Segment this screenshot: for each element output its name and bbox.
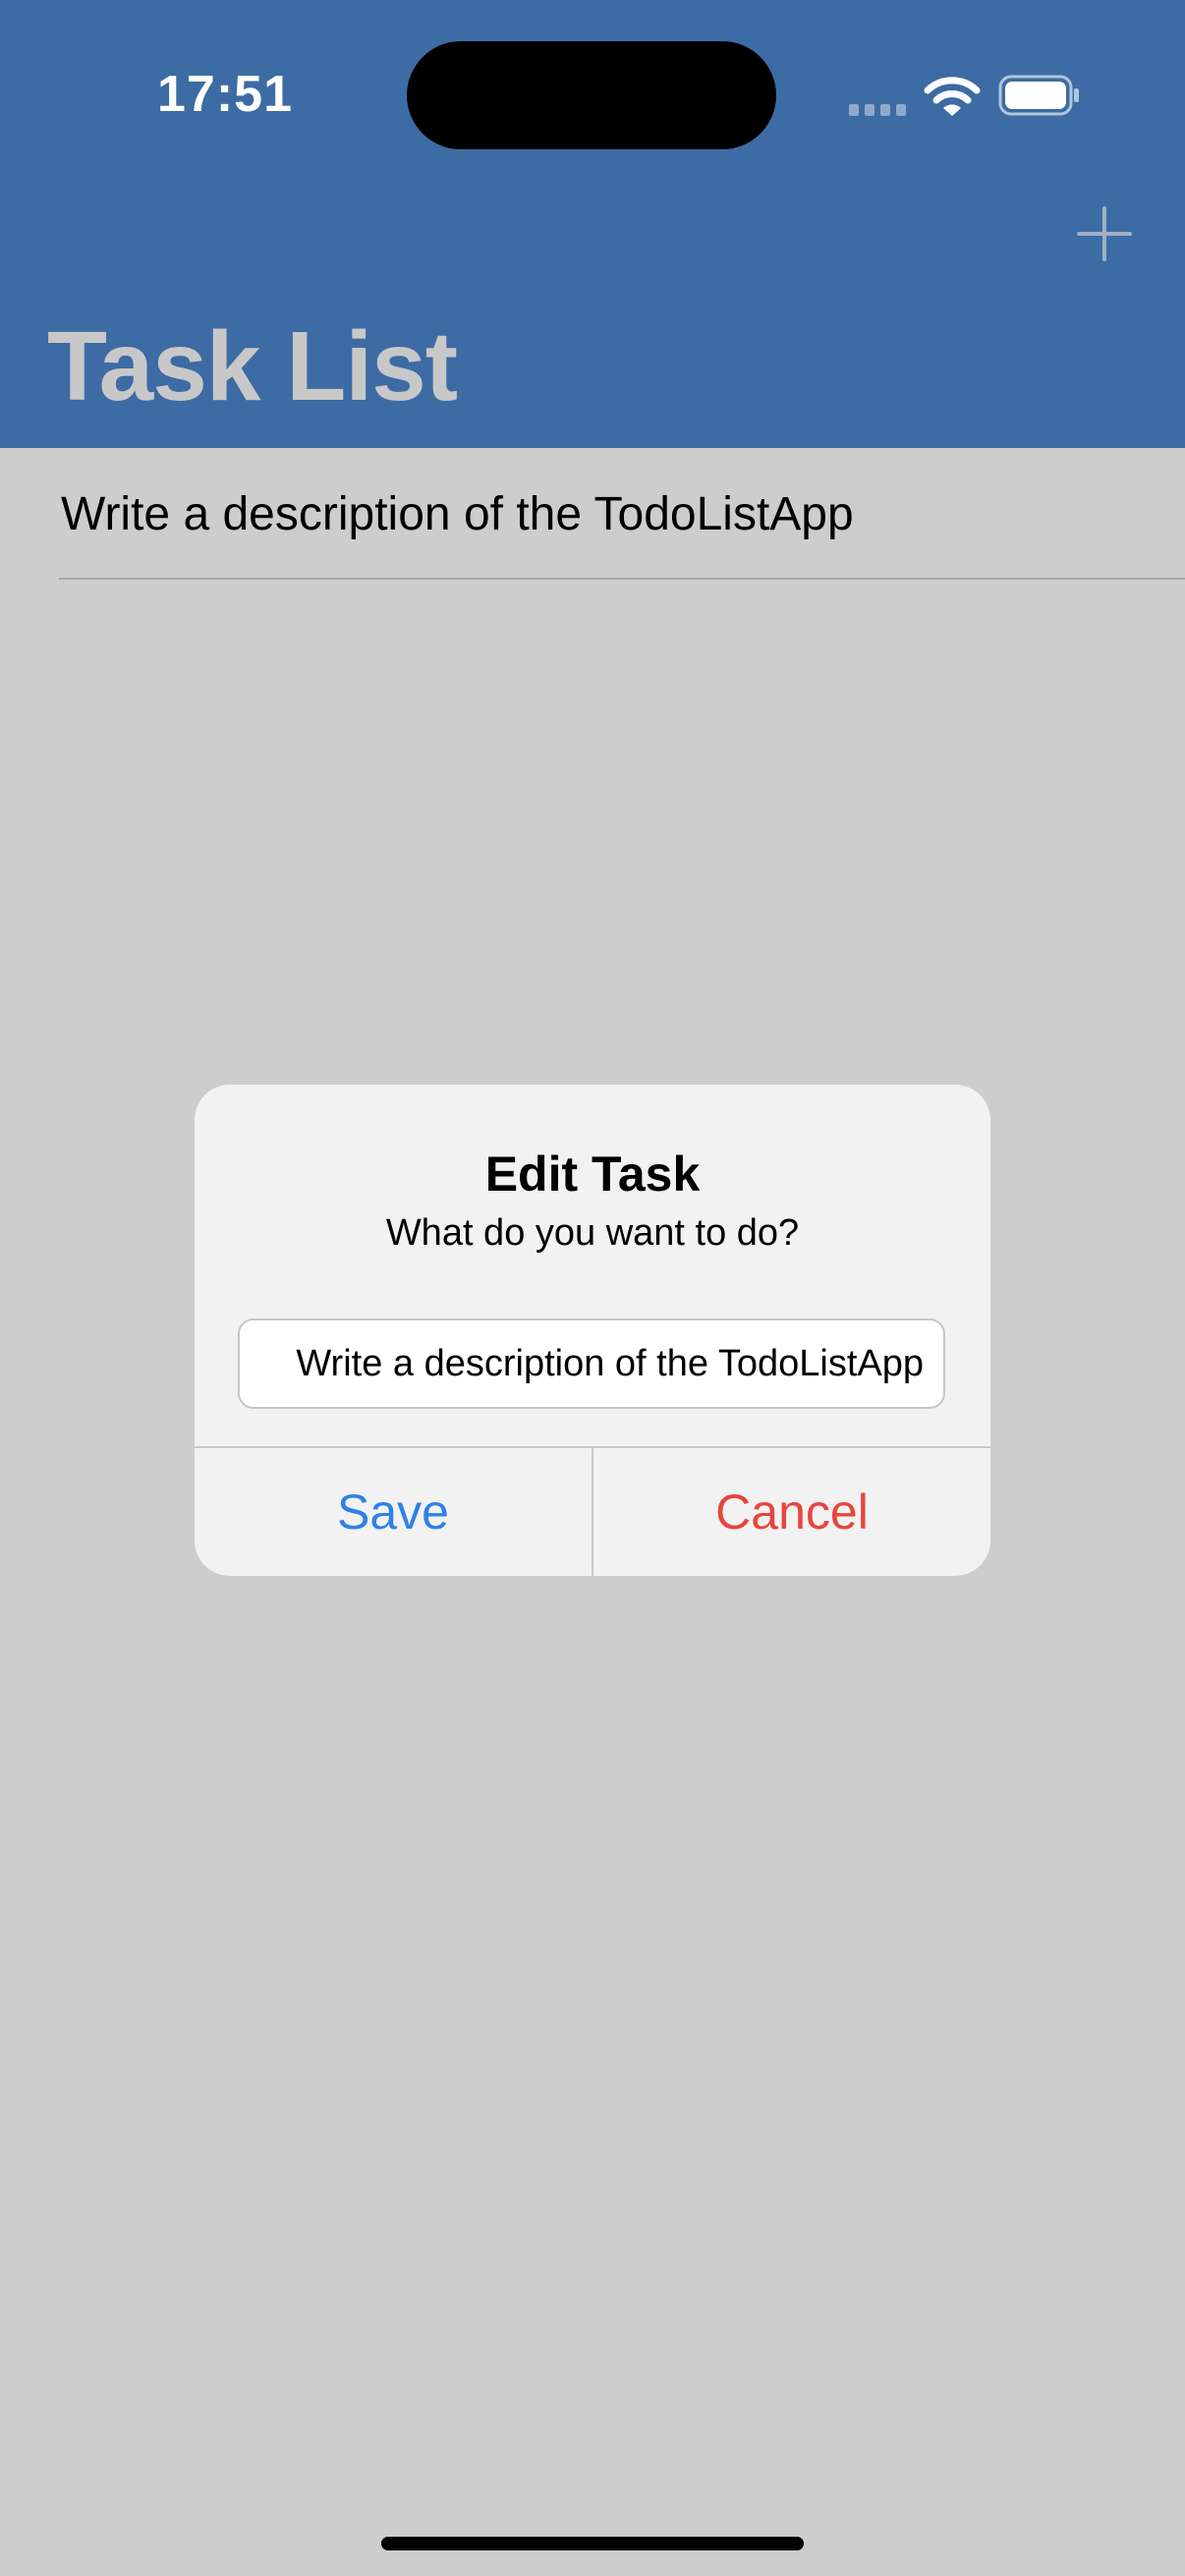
status-bar-time: 17:51: [157, 66, 293, 123]
cancel-button[interactable]: Cancel: [593, 1448, 990, 1576]
battery-icon: [998, 75, 1079, 116]
alert-message: What do you want to do?: [385, 1212, 800, 1254]
save-button[interactable]: Save: [195, 1448, 592, 1576]
edit-task-alert: Edit Task What do you want to do? Save C…: [195, 1085, 990, 1576]
task-text-input[interactable]: [238, 1318, 945, 1409]
plus-icon[interactable]: [1073, 202, 1136, 265]
wifi-icon: [924, 77, 981, 116]
alert-title: Edit Task: [484, 1147, 701, 1202]
navigation-bar: 17:51 Task List: [0, 0, 1185, 448]
home-indicator: [381, 2537, 804, 2550]
cellular-signal-icon: [849, 104, 906, 116]
row-separator: [59, 578, 1185, 580]
list-item[interactable]: Write a description of the TodoListApp: [0, 448, 1185, 580]
page-title: Task List: [47, 311, 458, 421]
list-item-label: Write a description of the TodoListApp: [61, 488, 854, 540]
dynamic-island: [407, 41, 776, 149]
